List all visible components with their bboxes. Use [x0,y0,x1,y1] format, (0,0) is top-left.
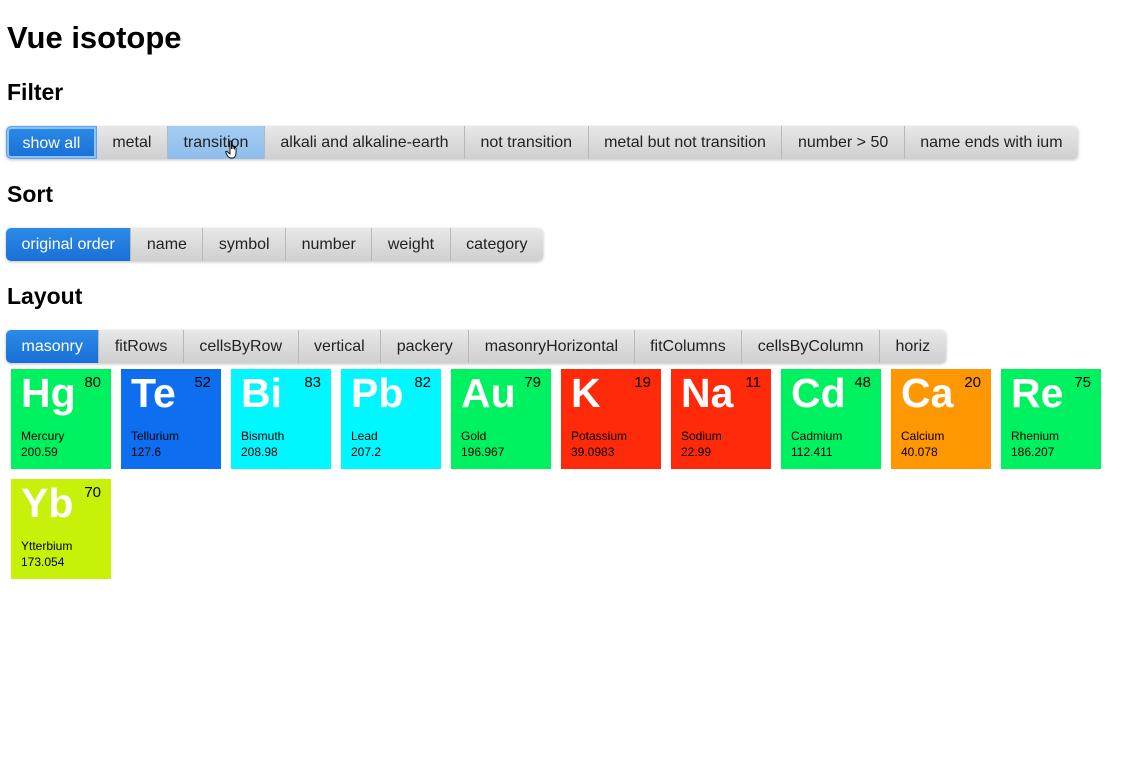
layout-packery-button[interactable]: packery [381,330,470,363]
element-tile-bi: Bi 83 Bismuth 208.98 [231,369,331,469]
element-number: 52 [194,374,211,391]
element-number: 11 [745,374,761,391]
element-weight: 127.6 [131,445,162,459]
element-symbol: Te [131,370,176,416]
layout-horiz-button[interactable]: horiz [880,330,946,363]
layout-fitrows-button[interactable]: fitRows [99,330,184,363]
element-number: 79 [524,374,541,391]
element-name: Calcium [901,429,945,443]
filter-button-group: show all metal transition alkali and alk… [6,126,1079,159]
layout-vertical-button[interactable]: vertical [298,330,382,363]
element-grid: Hg 80 Mercury 200.59 Te 52 Tellurium 127… [11,369,1111,589]
element-weight: 40.078 [901,445,938,459]
element-weight: 208.98 [241,445,278,459]
layout-fitcolumns-button[interactable]: fitColumns [634,330,743,363]
layout-button-group: masonry fitRows cellsByRow vertical pack… [6,330,946,363]
page-title: Vue isotope [7,20,182,55]
element-number: 19 [634,374,651,391]
filter-transition-button[interactable]: transition [167,126,265,159]
element-name: Mercury [21,429,65,443]
sort-number-button[interactable]: number [286,228,373,261]
element-number: 48 [854,374,871,391]
element-tile-au: Au 79 Gold 196.967 [451,369,551,469]
filter-metal-button[interactable]: metal [96,126,168,159]
element-weight: 22.99 [681,445,712,459]
element-number: 20 [964,374,981,391]
element-tile-pb: Pb 82 Lead 207.2 [341,369,441,469]
element-name: Rhenium [1011,429,1060,443]
element-symbol: Yb [21,480,74,526]
sort-button-group: original order name symbol number weight… [6,228,543,261]
element-tile-cd: Cd 48 Cadmium 112.411 [781,369,881,469]
element-name: Potassium [571,429,628,443]
element-weight: 173.054 [21,555,65,569]
filter-number-gt-50-button[interactable]: number > 50 [782,126,905,159]
element-tile-hg: Hg 80 Mercury 200.59 [11,369,111,469]
filter-metal-not-transition-button[interactable]: metal but not transition [588,126,783,159]
element-symbol: Re [1011,370,1064,416]
filter-heading: Filter [7,79,64,105]
layout-masonryhorizontal-button[interactable]: masonryHorizontal [469,330,635,363]
element-tile-re: Re 75 Rhenium 186.207 [1001,369,1101,469]
sort-heading: Sort [7,181,53,207]
filter-not-transition-button[interactable]: not transition [464,126,589,159]
element-tile-yb: Yb 70 Ytterbium 173.054 [11,479,111,579]
element-weight: 200.59 [21,445,58,459]
element-number: 83 [304,374,321,391]
sort-name-button[interactable]: name [131,228,204,261]
element-weight: 186.207 [1011,445,1055,459]
filter-ium-button[interactable]: name ends with ium [904,126,1079,159]
element-symbol: Pb [351,370,404,416]
element-symbol: Cd [791,370,846,416]
layout-heading: Layout [7,283,83,309]
element-number: 80 [84,374,101,391]
filter-show-all-button[interactable]: show all [6,126,97,159]
layout-cellsbycolumn-button[interactable]: cellsByColumn [742,330,880,363]
element-tile-na: Na 11 Sodium 22.99 [671,369,771,469]
element-number: 82 [414,374,431,391]
element-symbol: Hg [21,370,76,416]
element-weight: 207.2 [351,445,382,459]
sort-symbol-button[interactable]: symbol [203,228,287,261]
hand-pointer-icon [225,140,237,159]
element-tile-ca: Ca 20 Calcium 40.078 [891,369,991,469]
element-number: 75 [1074,374,1091,391]
element-name: Gold [461,429,487,443]
element-symbol: K [571,370,601,416]
element-name: Tellurium [131,429,180,443]
element-symbol: Ca [901,370,954,416]
element-tile-te: Te 52 Tellurium 127.6 [121,369,221,469]
sort-weight-button[interactable]: weight [372,228,451,261]
element-name: Bismuth [241,429,285,443]
layout-masonry-button[interactable]: masonry [6,330,100,363]
filter-alkali-button[interactable]: alkali and alkaline-earth [264,126,465,159]
element-weight: 112.411 [791,445,833,459]
element-symbol: Bi [241,370,282,416]
sort-category-button[interactable]: category [450,228,543,261]
sort-original-order-button[interactable]: original order [6,228,132,261]
element-tile-k: K 19 Potassium 39.0983 [561,369,661,469]
element-symbol: Na [681,370,734,416]
element-weight: 196.967 [461,445,505,459]
element-weight: 39.0983 [571,445,615,459]
element-number: 70 [84,484,101,501]
element-name: Sodium [681,429,722,443]
element-name: Lead [351,429,378,443]
element-name: Ytterbium [21,539,73,553]
layout-cellsbyrow-button[interactable]: cellsByRow [183,330,299,363]
element-symbol: Au [461,370,516,416]
element-name: Cadmium [791,429,843,443]
